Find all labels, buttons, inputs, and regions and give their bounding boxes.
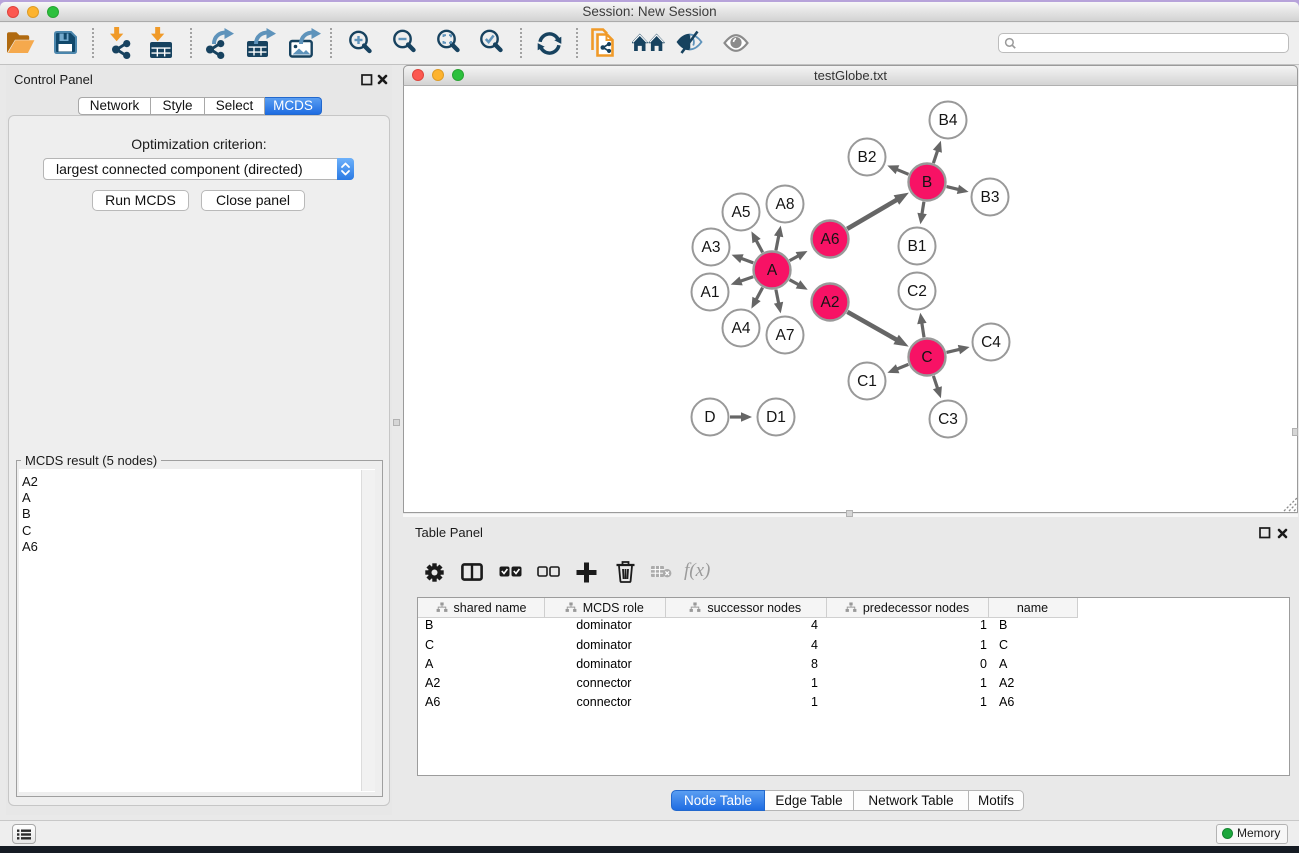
svg-text:C4: C4: [981, 334, 1001, 351]
svg-text:B: B: [922, 174, 932, 191]
svg-text:A8: A8: [776, 196, 795, 213]
svg-text:A5: A5: [732, 204, 751, 221]
svg-text:B3: B3: [981, 189, 1000, 206]
svg-text:A6: A6: [821, 231, 840, 248]
svg-text:A7: A7: [776, 327, 795, 344]
svg-text:C1: C1: [857, 373, 877, 390]
svg-text:A3: A3: [702, 239, 721, 256]
svg-text:B2: B2: [858, 149, 877, 166]
svg-text:A: A: [767, 262, 778, 279]
svg-text:C3: C3: [938, 411, 958, 428]
svg-text:A4: A4: [732, 320, 751, 337]
svg-text:A1: A1: [701, 284, 720, 301]
svg-text:D1: D1: [766, 409, 786, 426]
svg-text:C2: C2: [907, 283, 927, 300]
svg-text:D: D: [704, 409, 715, 426]
svg-text:A2: A2: [821, 294, 840, 311]
svg-text:B1: B1: [908, 238, 927, 255]
svg-text:B4: B4: [939, 112, 958, 129]
svg-text:C: C: [921, 349, 932, 366]
